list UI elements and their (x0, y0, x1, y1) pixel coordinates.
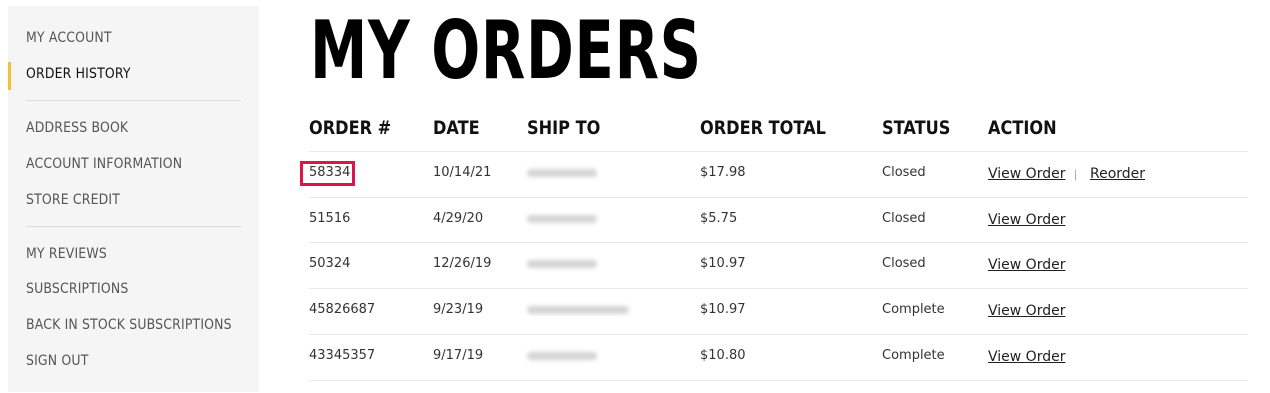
view-order-link[interactable]: View Order (988, 347, 1065, 367)
redacted-ship-to (527, 169, 597, 177)
table-divider (309, 242, 1248, 243)
view-order-link[interactable]: View Order (988, 164, 1065, 184)
column-header-status: STATUS (882, 117, 951, 139)
column-header-action: ACTION (988, 117, 1057, 139)
column-header-date: DATE (433, 117, 480, 139)
sidebar-divider (26, 226, 241, 227)
sidebar-item-my-account[interactable]: MY ACCOUNT (26, 27, 112, 49)
order-status: Closed (882, 165, 926, 180)
order-date: 4/29/20 (433, 211, 484, 226)
table-divider (309, 380, 1248, 381)
redacted-ship-to (527, 215, 597, 223)
redacted-ship-to (527, 260, 597, 268)
view-order-link[interactable]: View Order (988, 301, 1065, 321)
sidebar-item-sign-out[interactable]: SIGN OUT (26, 350, 88, 372)
order-status: Closed (882, 211, 926, 226)
table-divider (309, 197, 1248, 198)
order-status: Complete (882, 302, 945, 317)
column-header-order-total: ORDER TOTAL (700, 117, 826, 139)
order-date: 10/14/21 (433, 165, 492, 180)
account-sidebar: MY ACCOUNT ORDER HISTORY ADDRESS BOOK AC… (8, 6, 259, 392)
action-separator: | (1074, 167, 1078, 181)
order-date: 12/26/19 (433, 256, 492, 271)
order-total: $10.97 (700, 302, 746, 317)
order-status: Closed (882, 256, 926, 271)
redacted-ship-to (527, 352, 597, 360)
order-total: $10.80 (700, 348, 746, 363)
order-total: $10.97 (700, 256, 746, 271)
order-number: 50324 (309, 256, 351, 271)
order-total: $5.75 (700, 211, 738, 226)
sidebar-item-account-information[interactable]: ACCOUNT INFORMATION (26, 153, 182, 175)
column-header-ship-to: SHIP TO (527, 117, 601, 139)
redacted-ship-to (527, 306, 629, 314)
table-divider (309, 288, 1248, 289)
sidebar-divider (26, 100, 241, 101)
view-order-link[interactable]: View Order (988, 255, 1065, 275)
active-indicator (8, 62, 11, 90)
order-date: 9/17/19 (433, 348, 484, 363)
order-number: 51516 (309, 211, 351, 226)
order-number-highlight (300, 161, 355, 186)
sidebar-item-order-history[interactable]: ORDER HISTORY (26, 63, 131, 85)
page-title: MY ORDERS (310, 4, 702, 97)
sidebar-item-store-credit[interactable]: STORE CREDIT (26, 189, 120, 211)
order-total: $17.98 (700, 165, 746, 180)
column-header-order: ORDER # (309, 117, 392, 139)
order-date: 9/23/19 (433, 302, 484, 317)
order-status: Complete (882, 348, 945, 363)
reorder-link[interactable]: Reorder (1090, 164, 1145, 184)
sidebar-item-my-reviews[interactable]: MY REVIEWS (26, 243, 107, 265)
order-number: 43345357 (309, 348, 376, 363)
sidebar-item-address-book[interactable]: ADDRESS BOOK (26, 117, 128, 139)
table-divider (309, 334, 1248, 335)
table-divider (309, 151, 1248, 152)
sidebar-item-subscriptions[interactable]: SUBSCRIPTIONS (26, 278, 128, 300)
order-number: 45826687 (309, 302, 376, 317)
sidebar-item-back-in-stock[interactable]: BACK IN STOCK SUBSCRIPTIONS (26, 314, 232, 336)
view-order-link[interactable]: View Order (988, 210, 1065, 230)
